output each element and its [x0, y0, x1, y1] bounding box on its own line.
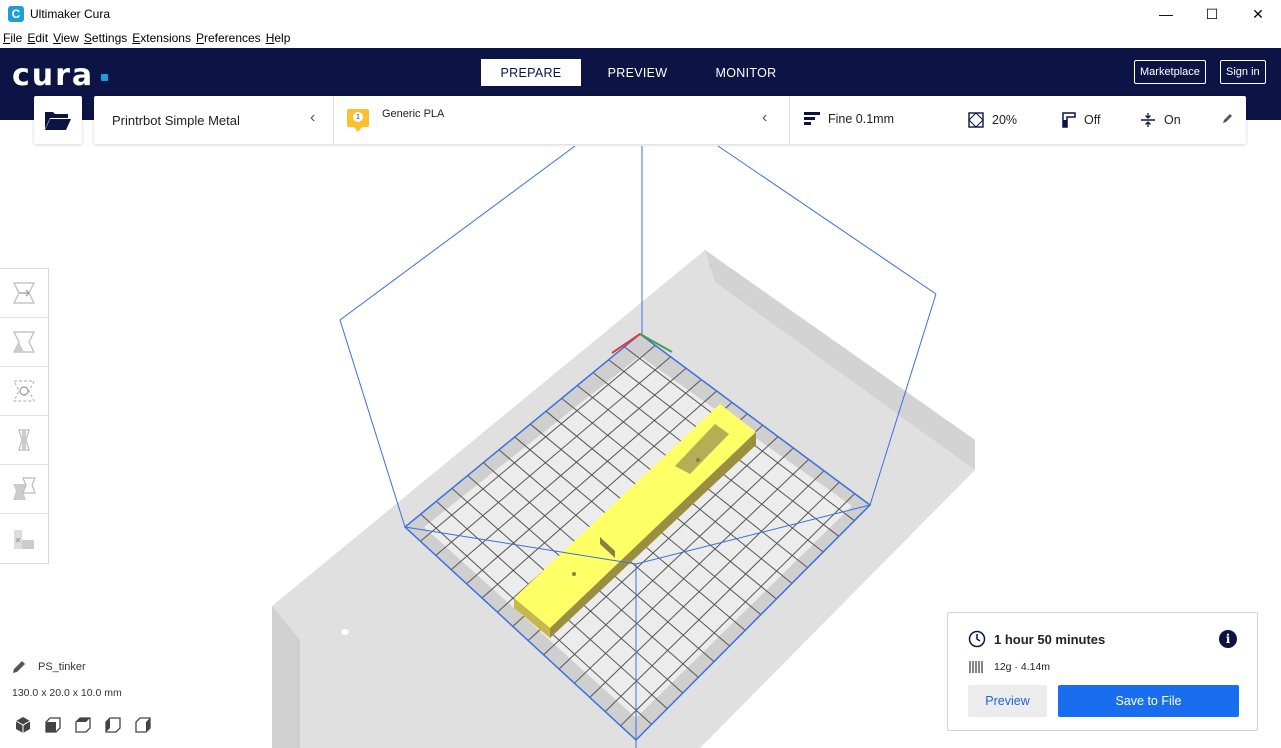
per-model-settings-button[interactable]: [0, 465, 48, 514]
clock-icon: [968, 630, 986, 648]
tab-prepare[interactable]: PREPARE: [481, 59, 581, 86]
menu-preferences[interactable]: Preferences: [196, 31, 261, 45]
adhesion-label: On: [1164, 113, 1181, 127]
object-name-row: PS_tinker: [12, 660, 86, 674]
view-left-button[interactable]: [104, 715, 134, 735]
preview-button[interactable]: Preview: [968, 685, 1047, 717]
print-settings-selector[interactable]: Fine 0.1mm 20% Off On: [790, 96, 1246, 144]
minimize-button[interactable]: —: [1143, 0, 1189, 28]
infill-icon: [968, 112, 984, 128]
support-blocker-button[interactable]: [0, 514, 48, 563]
menu-file[interactable]: File: [3, 31, 22, 45]
marketplace-button[interactable]: Marketplace: [1134, 60, 1206, 84]
per-model-settings-icon: [13, 477, 36, 500]
window-title: Ultimaker Cura: [30, 7, 111, 21]
menu-settings[interactable]: Settings: [84, 31, 127, 45]
profile-label: Fine 0.1mm: [828, 112, 894, 126]
view-3d-button[interactable]: [14, 715, 44, 735]
edit-settings-button[interactable]: [1222, 112, 1242, 124]
logo-dot: [101, 74, 108, 81]
adhesion-icon: [1141, 113, 1155, 127]
rotate-icon: [13, 380, 35, 402]
support-setting: Off: [1060, 112, 1100, 128]
close-button[interactable]: ✕: [1235, 0, 1281, 28]
scale-tool-button[interactable]: [0, 318, 48, 367]
sign-in-button[interactable]: Sign in: [1220, 60, 1266, 84]
adhesion-setting: On: [1140, 112, 1181, 128]
move-tool-button[interactable]: [0, 269, 48, 318]
pencil-icon: [13, 661, 25, 673]
material-name: Generic PLA: [382, 108, 445, 120]
mirror-icon: [18, 429, 30, 451]
cube-right-icon: [135, 717, 151, 733]
open-file-button[interactable]: [34, 96, 82, 144]
menu-view[interactable]: View: [53, 31, 79, 45]
object-dimensions: 130.0 x 20.0 x 10.0 mm: [12, 687, 122, 699]
printer-name: Printrbot Simple Metal: [112, 112, 240, 128]
cube-3d-icon: [15, 717, 31, 733]
stage-tabs: PREPARE PREVIEW MONITOR: [481, 59, 798, 86]
mirror-tool-button[interactable]: [0, 416, 48, 465]
material-estimate-row: 12g · 4.14m: [968, 659, 1050, 675]
spool-icon: [969, 661, 983, 673]
rotate-tool-button[interactable]: [0, 367, 48, 416]
base-hole: [341, 629, 349, 635]
camera-view-buttons: [14, 715, 164, 735]
infill-label: 20%: [992, 113, 1018, 127]
transform-toolbar: [0, 268, 49, 564]
scale-icon: [13, 331, 35, 353]
support-icon: [1062, 112, 1076, 128]
maximize-button[interactable]: ☐: [1189, 0, 1235, 28]
folder-icon: [45, 112, 71, 130]
window-titlebar: C Ultimaker Cura — ☐ ✕: [0, 0, 1281, 28]
material-estimate: 12g · 4.14m: [994, 661, 1051, 673]
move-icon: [13, 282, 35, 304]
chevron-left-icon: ‹: [310, 109, 316, 126]
infill-setting: 20%: [968, 112, 1017, 128]
support-blocker-icon: [14, 529, 34, 549]
cube-front-icon: [45, 717, 61, 733]
menu-bar: File Edit View Settings Extensions Prefe…: [0, 28, 1281, 48]
view-right-button[interactable]: [134, 715, 164, 735]
extruder-number: 1: [353, 112, 363, 122]
save-to-file-button[interactable]: Save to File: [1058, 685, 1239, 717]
object-name: PS_tinker: [38, 661, 86, 673]
tab-preview[interactable]: PREVIEW: [581, 59, 694, 86]
print-time: 1 hour 50 minutes: [994, 631, 1106, 647]
print-time-row: 1 hour 50 minutes: [968, 630, 1105, 648]
cube-top-icon: [75, 717, 91, 733]
menu-edit[interactable]: Edit: [27, 31, 48, 45]
cura-logo: cura: [12, 58, 95, 93]
profile-setting: Fine 0.1mm: [804, 112, 894, 126]
chevron-left-icon: ‹: [762, 109, 768, 126]
print-setup-bar: Printrbot Simple Metal ‹ 1 Generic PLA ‹…: [94, 96, 1246, 144]
cura-app-icon: C: [8, 6, 24, 22]
tab-monitor[interactable]: MONITOR: [694, 59, 798, 86]
menu-help[interactable]: Help: [266, 31, 291, 45]
menu-extensions[interactable]: Extensions: [132, 31, 191, 45]
view-front-button[interactable]: [44, 715, 74, 735]
extruder-badge-icon: 1: [347, 109, 369, 132]
layer-height-icon: [804, 112, 820, 125]
support-label: Off: [1084, 113, 1101, 127]
print-output-panel: 1 hour 50 minutes i 12g · 4.14m Preview …: [947, 612, 1258, 731]
info-icon[interactable]: i: [1219, 630, 1237, 648]
pencil-icon: [1223, 114, 1232, 123]
material-selector[interactable]: 1 Generic PLA ‹: [334, 96, 790, 144]
view-top-button[interactable]: [74, 715, 104, 735]
printer-selector[interactable]: Printrbot Simple Metal ‹: [94, 96, 334, 144]
cube-left-icon: [105, 717, 121, 733]
